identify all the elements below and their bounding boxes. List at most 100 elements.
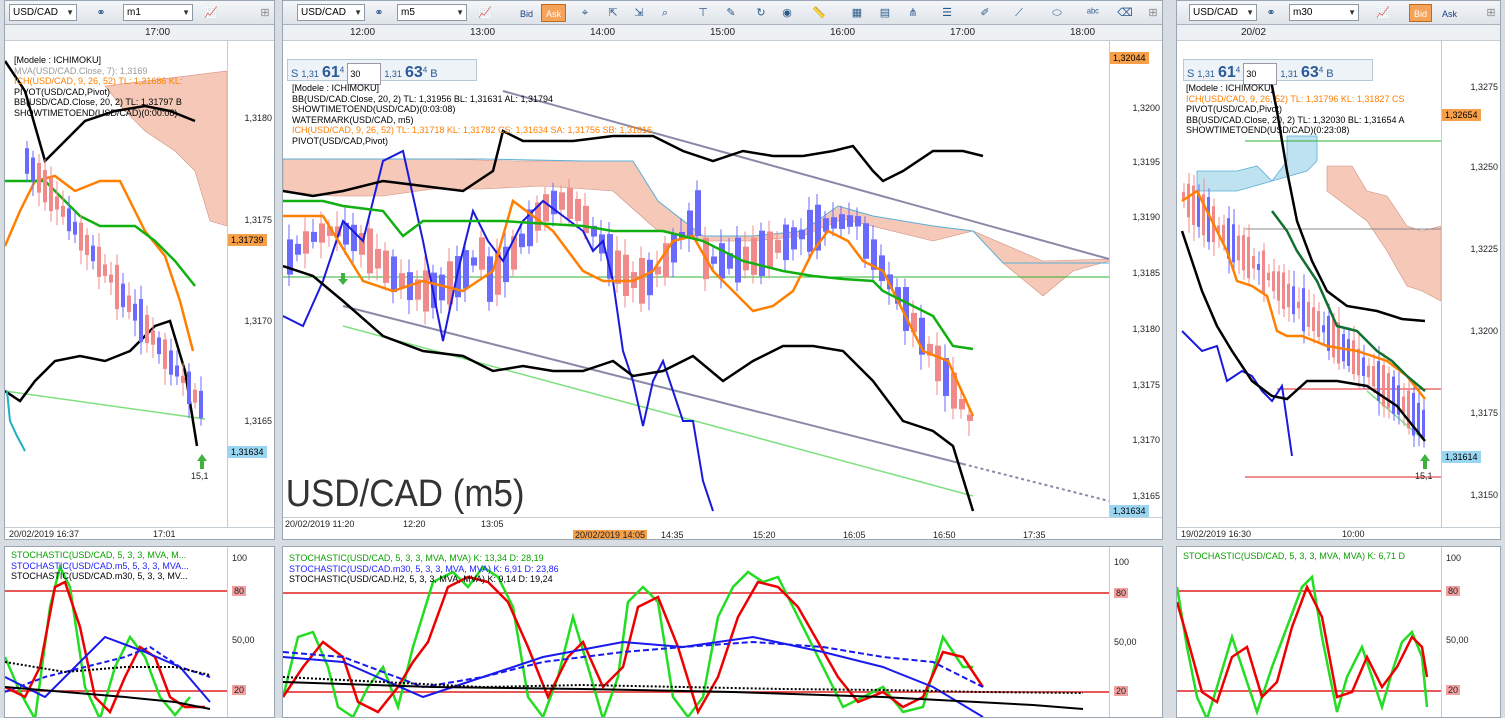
candle	[319, 223, 325, 243]
candle	[639, 257, 645, 304]
toolbar: USD/CAD ▼ ⚭ m5 ▼ 📈 Bid Ask ⌖ ⇱ ⇲ ⌕ ⊤ ✎ ↻ ◉…	[283, 1, 1162, 25]
zoom-icon[interactable]: ⌕	[657, 5, 673, 21]
candle	[783, 224, 789, 261]
candle	[959, 398, 965, 410]
buy-button[interactable]: 1,31 634 B	[1280, 64, 1333, 81]
candle	[1242, 235, 1245, 271]
candle	[139, 299, 143, 343]
candle	[1257, 263, 1260, 271]
legend-line: STOCHASTIC(USD/CAD.H2, 5, 3, 3, MVA, MVA…	[289, 574, 553, 584]
pin-icon[interactable]: ⊞	[1145, 5, 1161, 21]
candle	[647, 259, 653, 296]
chart-type-icon[interactable]: 📈	[1375, 5, 1391, 21]
sell-button[interactable]: S 1,31 614	[291, 64, 344, 81]
ask-button[interactable]: Ask	[541, 4, 567, 22]
bid-button[interactable]: Bid	[515, 4, 538, 22]
sell-button[interactable]: S 1,31 614	[1187, 64, 1240, 81]
candles	[25, 141, 203, 426]
candle	[583, 205, 589, 234]
time-label: 15:00	[710, 27, 736, 38]
candle	[1237, 235, 1240, 261]
refresh-icon[interactable]: ↻	[753, 5, 769, 21]
ask-button[interactable]: Ask	[1437, 4, 1462, 22]
pin-icon[interactable]: ⊞	[257, 5, 273, 21]
candle	[1392, 376, 1395, 414]
timeframe-select[interactable]: m30 ▼	[1289, 4, 1359, 21]
pencil-icon[interactable]: ✐	[977, 5, 993, 21]
price-label: 1,3275	[1470, 82, 1498, 92]
symbol-select[interactable]: USD/CAD ▼	[1189, 4, 1257, 21]
comment-icon[interactable]: ✎	[723, 5, 739, 21]
candle	[751, 237, 757, 275]
chevron-down-icon: ▼	[66, 8, 74, 17]
candle	[711, 256, 717, 264]
pin-icon[interactable]: ⊞	[1483, 5, 1499, 21]
chart-window-m5: USD/CAD ▼ ⚭ m5 ▼ 📈 Bid Ask ⌖ ⇱ ⇲ ⌕ ⊤ ✎ ↻ ◉…	[282, 0, 1163, 540]
price-chart[interactable]: 15,1 S 1,31 614 30 1,31 634 B [Modele : …	[1177, 41, 1442, 527]
candle	[463, 250, 469, 289]
legend-line: BB(USD/CAD.Close, 20, 2) TL: 1,31956 BL:…	[292, 93, 553, 104]
toolbar: USD/CAD ▼ ⚭ m30 ▼ 📈 Bid Ask ⊞	[1177, 1, 1500, 25]
price-chart[interactable]: USD/CAD (m5) S 1,31 614 30 1,31 634 B [M…	[283, 41, 1110, 517]
price-label: 1,3175	[244, 215, 272, 225]
chart-type-icon[interactable]: 📈	[477, 5, 493, 21]
legend-line: MVA(USD/CAD.Close, 7): 1,3169	[14, 65, 148, 76]
price-label: 1,3180	[244, 113, 272, 123]
buy-price: 63	[404, 63, 423, 81]
candle	[25, 148, 29, 174]
pointer-icon[interactable]: ⇲	[631, 5, 647, 21]
chevron-down-icon: ▼	[182, 8, 190, 17]
chikou-line	[1181, 330, 1293, 457]
buy-button[interactable]: 1,31 634 B	[384, 64, 437, 81]
price-badge-blue: 1,31634	[1110, 505, 1149, 517]
trade-box: S 1,31 614 30 1,31 634 B	[287, 59, 477, 85]
candle	[775, 239, 781, 253]
candle	[799, 229, 805, 240]
link-icon[interactable]: ⚭	[93, 5, 109, 21]
candle	[1347, 339, 1350, 366]
candle	[687, 210, 693, 237]
trendline-icon[interactable]: ⟋	[1011, 5, 1027, 21]
symbol-select[interactable]: USD/CAD ▼	[297, 4, 365, 21]
chart-type-icon[interactable]: 📈	[203, 5, 219, 21]
ellipse-icon[interactable]: ⬭	[1049, 5, 1065, 21]
timeframe-select[interactable]: m5 ▼	[397, 4, 467, 21]
candle	[831, 217, 837, 229]
candle	[423, 270, 429, 312]
bid-button[interactable]: Bid	[1409, 4, 1433, 22]
crosshair-icon[interactable]: ⌖	[577, 5, 593, 21]
arrow-label: 15,1	[1415, 471, 1433, 481]
price-marker-icon[interactable]: ⊤	[695, 5, 711, 21]
price-label: 1,3170	[1132, 435, 1160, 445]
link-icon[interactable]: ⚭	[371, 5, 387, 21]
time-label: 16:05	[843, 530, 866, 540]
candle	[695, 190, 701, 236]
cursor-icon[interactable]: ⇱	[605, 5, 621, 21]
sell-label: S	[291, 67, 299, 80]
price-chart[interactable]: 15,1 [Modele : ICHIMOKU] MVA(USD/CAD.Clos…	[5, 41, 228, 527]
eraser-icon[interactable]: ⌫	[1117, 5, 1133, 21]
text-tool-icon[interactable]: ᵃᵇᶜ	[1085, 5, 1101, 21]
stochastic-chart[interactable]	[1177, 547, 1441, 718]
symbol-select[interactable]: USD/CAD ▼	[9, 4, 77, 21]
menu-icon[interactable]: ☰	[939, 5, 955, 21]
link-icon[interactable]: ⚭	[1263, 5, 1279, 21]
candle	[49, 178, 53, 212]
quantity-input[interactable]: 30	[347, 62, 382, 85]
candle	[1332, 319, 1335, 358]
layout-icon[interactable]: ▤	[877, 5, 893, 21]
fork-icon[interactable]: ⋔	[905, 5, 921, 21]
price-badge-blue: 1,31634	[228, 446, 267, 458]
time-label: 12:20	[403, 519, 426, 529]
ruler-icon[interactable]: 📏	[811, 5, 827, 21]
stochastic-axis: 100 80 50,00 20	[227, 547, 274, 717]
candle	[157, 337, 161, 355]
trendline-lower-dotted	[962, 463, 1110, 502]
quantity-input[interactable]: 30	[1243, 62, 1278, 85]
time-label: 16:50	[933, 530, 956, 540]
globe-icon[interactable]: ◉	[779, 5, 795, 21]
chevron-down-icon: ▼	[354, 8, 362, 17]
image-icon[interactable]: ▦	[849, 5, 865, 21]
level-label: 20	[1446, 685, 1461, 695]
timeframe-select[interactable]: m1 ▼	[123, 4, 193, 21]
